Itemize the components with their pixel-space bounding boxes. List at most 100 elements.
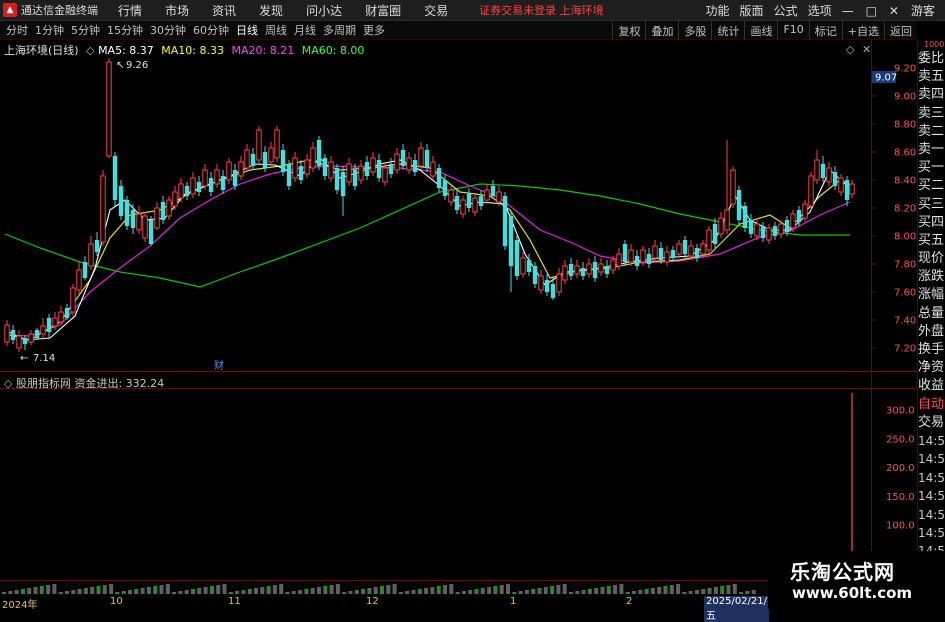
overview-bar — [682, 592, 687, 594]
candle-body — [358, 165, 364, 181]
overview-bar — [197, 588, 202, 594]
overview-bar — [745, 591, 750, 594]
maximize-icon[interactable]: □ — [866, 4, 877, 18]
back-button[interactable]: 返回 — [884, 21, 917, 40]
period-more[interactable]: 更多 — [363, 22, 385, 38]
tongji-button[interactable]: 统计 — [711, 21, 744, 40]
overview-bar — [411, 590, 416, 594]
candle-body — [772, 226, 778, 236]
period-5min[interactable]: 5分钟 — [71, 22, 100, 38]
candle-body — [298, 166, 304, 180]
collapse-icon[interactable]: ◇ — [846, 43, 855, 56]
close-icon[interactable]: ✕ — [889, 4, 899, 18]
duogu-button[interactable]: 多股 — [678, 21, 711, 40]
candle-body — [88, 243, 94, 267]
f10-button[interactable]: F10 — [777, 21, 808, 40]
overview-bar — [58, 592, 63, 594]
candle-body — [742, 206, 748, 228]
menu-banmian[interactable]: 版面 — [740, 2, 764, 19]
high-annotation-value: 9.26 — [126, 60, 148, 71]
candle-body — [640, 249, 646, 263]
overview-bar — [587, 589, 592, 594]
period-15min[interactable]: 15分钟 — [107, 22, 143, 38]
fuquan-button[interactable]: 复权 — [612, 21, 645, 40]
menu-xuanxiang[interactable]: 选项 — [808, 2, 832, 19]
overview-bar — [688, 591, 693, 594]
biaoji-button[interactable]: 标记 — [808, 21, 842, 40]
period-1min[interactable]: 1分钟 — [35, 22, 64, 38]
period-30min[interactable]: 30分钟 — [150, 22, 186, 38]
menu-item-jiaoyi[interactable]: 交易 — [424, 2, 448, 19]
huaxian-button[interactable]: 画线 — [744, 21, 777, 40]
overview-bar — [531, 589, 536, 594]
candle-body — [616, 253, 622, 267]
trade-login-warning[interactable]: 证券交易未登录 上海环境 — [479, 2, 604, 18]
add-watchlist-button[interactable]: +自选 — [841, 21, 884, 40]
candle-body — [802, 203, 808, 219]
panel-field: 现价 — [918, 251, 945, 267]
overview-bar — [751, 590, 756, 594]
menu-item-caifuquan[interactable]: 财富圈 — [365, 2, 401, 19]
overview-bar — [291, 591, 296, 594]
menu-item-shichang[interactable]: 市场 — [165, 2, 189, 19]
candle-body — [70, 287, 76, 313]
menu-item-hangqing[interactable]: 行情 — [118, 2, 142, 19]
kline-chart[interactable]: ◇ ✕ 9.20 9.00 8.80 8.60 8.40 8.20 8.00 7.80 7.60… — [0, 40, 917, 596]
tick-time: 14:56 — [918, 507, 945, 522]
close-panel-icon[interactable]: ✕ — [862, 43, 871, 56]
indicator-settings-icon[interactable]: ◇ — [86, 44, 94, 57]
overview-bar — [33, 587, 38, 594]
overview-bar — [184, 590, 189, 594]
menu-item-wenxiaoda[interactable]: 问小达 — [306, 2, 342, 19]
low-annotation: ← — [20, 353, 28, 364]
period-weekly[interactable]: 周线 — [265, 22, 287, 38]
menu-item-zixun[interactable]: 资讯 — [212, 2, 236, 19]
panel-field: 自动 — [918, 396, 945, 412]
candle-body — [520, 257, 526, 275]
app-title: 通达信金融终端 — [21, 4, 98, 17]
sub-tick-label: 100.0 — [886, 521, 915, 532]
period-60min[interactable]: 60分钟 — [193, 22, 229, 38]
diejia-button[interactable]: 叠加 — [645, 21, 678, 40]
candle-body — [394, 153, 400, 171]
candle-body — [736, 190, 742, 220]
period-monthly[interactable]: 月线 — [294, 22, 316, 38]
overview-bar — [424, 588, 429, 594]
overview-bar — [109, 584, 114, 594]
overview-bar — [398, 592, 403, 594]
tick-time: 14:56 — [918, 470, 945, 485]
candle-body — [304, 159, 310, 175]
overview-bar — [279, 584, 284, 594]
candle-body — [148, 220, 154, 244]
overview-bar — [493, 586, 498, 594]
period-multi[interactable]: 多周期 — [323, 22, 356, 38]
overview-bar — [449, 584, 454, 594]
menu-gongneng[interactable]: 功能 — [706, 2, 730, 19]
ma10-line — [4, 159, 853, 341]
menu-gongshi[interactable]: 公式 — [774, 2, 798, 19]
minimize-icon[interactable]: — — [842, 4, 854, 18]
event-marker-cai[interactable]: 财 — [214, 359, 224, 372]
period-daily[interactable]: 日线 — [236, 22, 258, 38]
sub-indicator-label[interactable]: 股朋指标网 资金进出: 332.24 — [16, 377, 164, 390]
candle-body — [286, 164, 292, 186]
overview-bar — [285, 592, 290, 594]
sub-indicator-settings-icon[interactable]: ◇ — [4, 377, 16, 390]
candle-body — [454, 196, 460, 210]
overview-bar — [367, 588, 372, 594]
low-annotation-value: 7.14 — [33, 353, 55, 364]
candle-body — [52, 317, 58, 327]
period-fenshi[interactable]: 分时 — [6, 22, 28, 38]
candle-body — [550, 284, 556, 298]
candle-body — [460, 199, 466, 215]
user-label[interactable]: 游客 — [911, 2, 935, 19]
overview-bar — [613, 585, 618, 594]
panel-field: 卖四 — [918, 87, 945, 103]
overview-bar — [96, 586, 101, 594]
candle-body — [844, 180, 850, 200]
price-tick-label: 8.20 — [894, 204, 916, 215]
overview-bar — [707, 588, 712, 594]
overview-bar — [216, 585, 221, 594]
menu-item-faxian[interactable]: 发现 — [259, 2, 283, 19]
stock-title[interactable]: 上海环境(日线) — [4, 44, 79, 57]
